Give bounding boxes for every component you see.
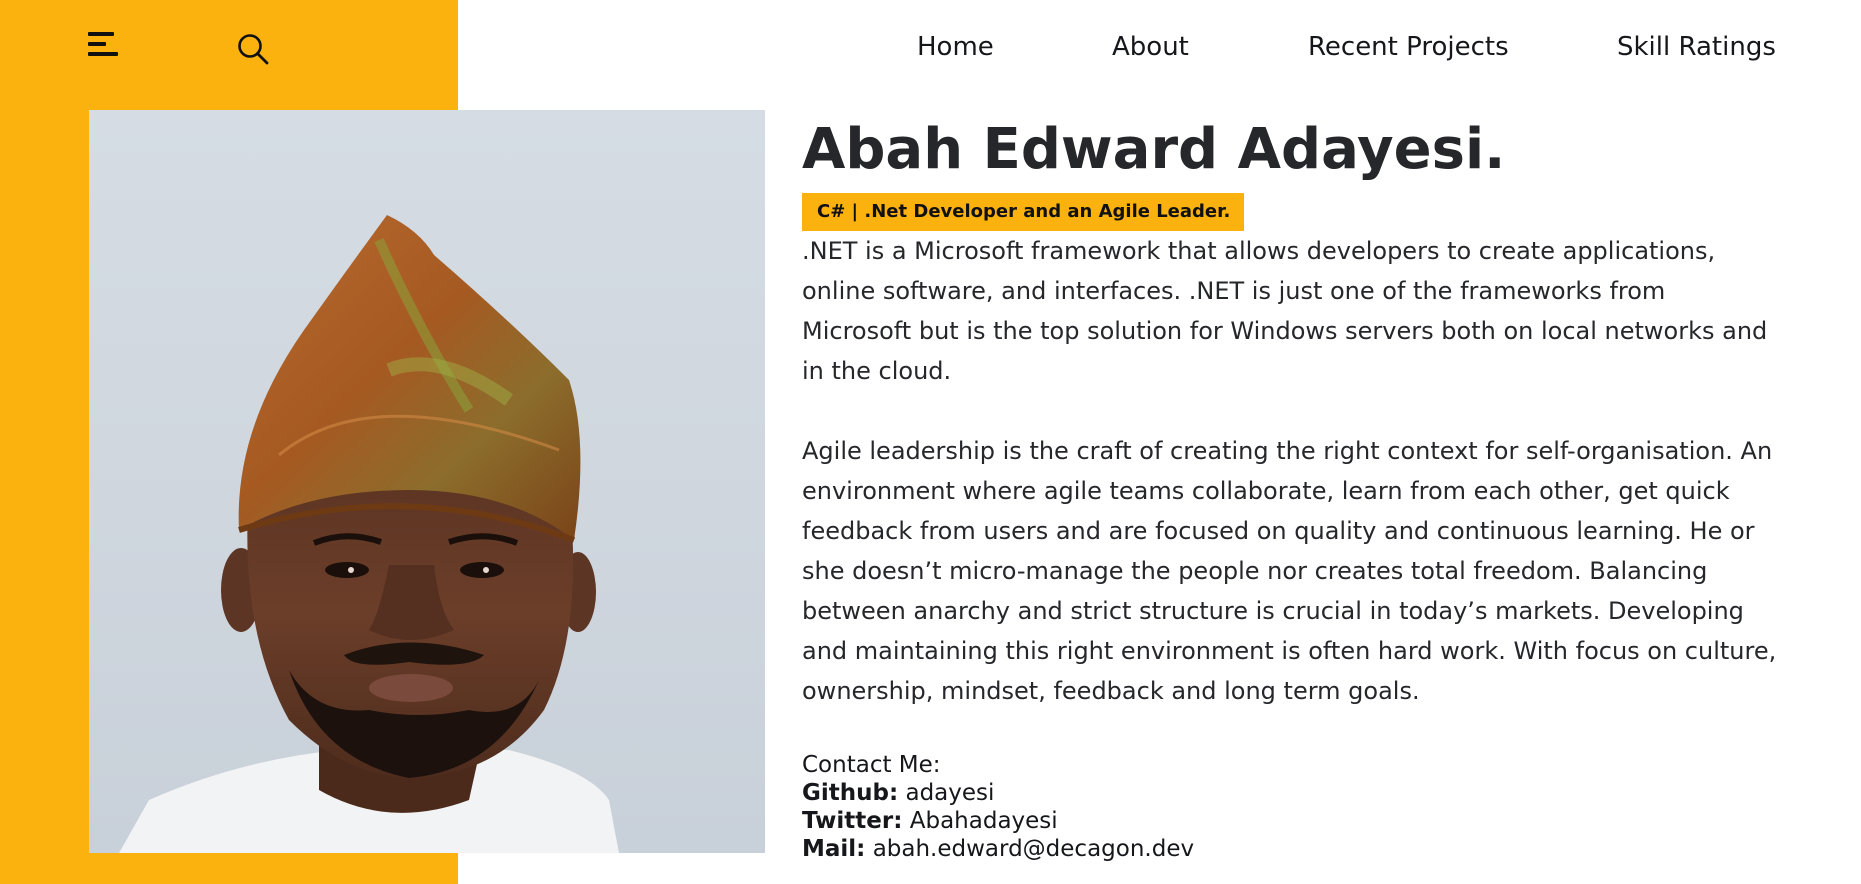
portfolio-page: Home About Recent Projects Skill Ratings bbox=[0, 0, 1861, 884]
profile-photo bbox=[89, 110, 765, 853]
nav-about[interactable]: About bbox=[1112, 29, 1189, 65]
contact-heading: Contact Me: bbox=[802, 752, 941, 778]
mail-label: Mail: bbox=[802, 836, 866, 862]
role-badge: C# | .Net Developer and an Agile Leader. bbox=[802, 193, 1245, 231]
dotnet-paragraph: .NET is a Microsoft framework that allow… bbox=[802, 237, 1768, 385]
contact-github: Github: adayesi bbox=[802, 779, 1802, 807]
about-section: Abah Edward Adayesi. C# | .Net Developer… bbox=[802, 112, 1802, 863]
nav-recent-projects[interactable]: Recent Projects bbox=[1308, 29, 1509, 65]
agile-paragraph: Agile leadership is the craft of creatin… bbox=[802, 437, 1777, 705]
main-nav: Home About Recent Projects Skill Ratings bbox=[0, 29, 1861, 69]
nav-home[interactable]: Home bbox=[917, 29, 994, 65]
contact-mail: Mail: abah.edward@decagon.dev bbox=[802, 835, 1802, 863]
twitter-label: Twitter: bbox=[802, 808, 903, 834]
portrait-illustration bbox=[119, 215, 619, 853]
contact-block: Contact Me: Github: adayesi Twitter: Aba… bbox=[802, 751, 1802, 863]
page-title: Abah Edward Adayesi. bbox=[802, 117, 1506, 182]
mail-link[interactable]: abah.edward@decagon.dev bbox=[873, 836, 1194, 862]
github-link[interactable]: adayesi bbox=[905, 780, 994, 806]
twitter-link[interactable]: Abahadayesi bbox=[910, 808, 1058, 834]
github-label: Github: bbox=[802, 780, 899, 806]
nav-skill-ratings[interactable]: Skill Ratings bbox=[1617, 29, 1776, 65]
contact-twitter: Twitter: Abahadayesi bbox=[802, 807, 1802, 835]
